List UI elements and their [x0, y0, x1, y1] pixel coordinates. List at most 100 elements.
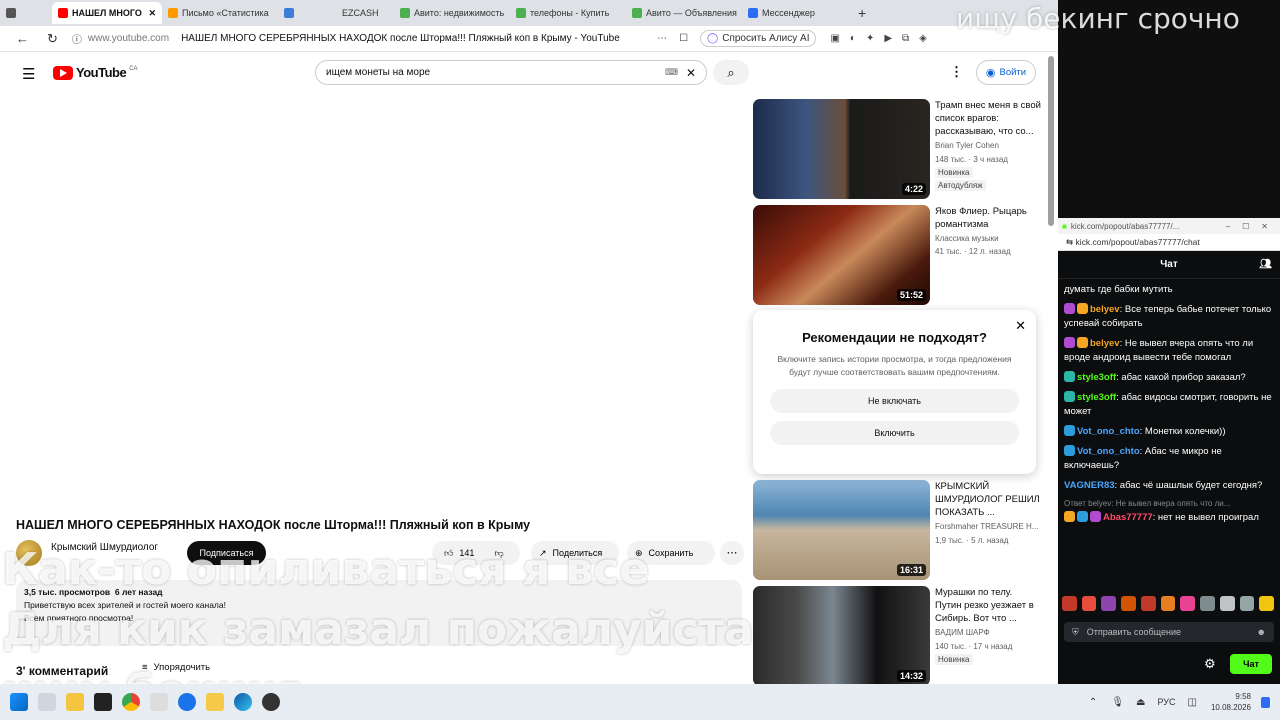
tab-audio[interactable]	[0, 2, 52, 24]
video-title[interactable]: Мурашки по телу. Путин резко уезжает в С…	[935, 586, 1041, 625]
recommended-video[interactable]: 4:22 Трамп внес меня в свой список враго…	[753, 99, 1043, 199]
bookmark-icon[interactable]: ☐	[679, 33, 688, 44]
back-icon[interactable]: ←	[16, 31, 29, 46]
decline-button[interactable]: Не включать	[770, 389, 1019, 413]
tab-ezcash[interactable]: EZCASH	[312, 2, 394, 24]
tab-avito-1[interactable]: Авито: недвижимость	[394, 2, 510, 24]
badge-icon	[1064, 425, 1075, 436]
keyboard-icon[interactable]: ⌨	[665, 67, 678, 78]
search-box[interactable]: ищем монеты на море ⌨ ✕	[315, 60, 707, 85]
chat-username[interactable]: Vot_ono_chto	[1077, 446, 1140, 457]
edge-icon[interactable]	[234, 693, 252, 711]
obs-icon[interactable]	[262, 693, 280, 711]
extension-icons[interactable]: ▣◐✦▶⧉◈	[830, 33, 936, 44]
lang-indicator[interactable]: РУС	[1157, 697, 1175, 707]
search-button[interactable]: ⌕	[713, 60, 749, 85]
badge-icon	[1064, 445, 1075, 456]
video-title[interactable]: КРЫМСКИЙ ШМУРДИОЛОГ РЕШИЛ ПОКАЗАТЬ ...	[935, 480, 1041, 519]
emote-icon[interactable]	[1239, 596, 1255, 611]
channel-name[interactable]: Forshmaher TREASURE H...	[935, 522, 1038, 531]
chrome-icon[interactable]	[122, 693, 140, 711]
alice-button[interactable]: ◯ Спросить Алису AI	[700, 30, 817, 47]
chat-username[interactable]: belyev	[1090, 304, 1120, 315]
app-icon[interactable]	[150, 693, 168, 711]
emote-icon[interactable]	[1101, 596, 1117, 611]
settings-more-icon[interactable]: ⋮	[950, 64, 963, 80]
network-icon[interactable]: ◫	[1188, 697, 1197, 708]
signin-button[interactable]: ◉ Войти	[976, 60, 1036, 85]
close-icon[interactable]: ✕	[148, 8, 156, 19]
tab-youtube[interactable]: НАШЕЛ МНОГО ✕	[52, 2, 162, 24]
app-icon[interactable]	[66, 693, 84, 711]
emote-icon[interactable]	[1121, 596, 1136, 611]
close-icon[interactable]: ✕	[1015, 318, 1026, 334]
chat-username[interactable]: style3off	[1077, 372, 1116, 383]
video-thumbnail[interactable]: 16:31	[753, 480, 930, 580]
tab-app[interactable]	[278, 2, 312, 24]
video-title[interactable]: Яков Флиер. Рыцарь романтизма	[935, 205, 1041, 231]
mic-icon[interactable]: 🎙︎	[1111, 697, 1124, 708]
emote-icon[interactable]	[1081, 596, 1097, 611]
chat-username[interactable]: Vot_ono_chto	[1077, 426, 1140, 437]
address-bar: ← ↻ ⓘ www.youtube.com НАШЕЛ МНОГО СЕРЕБР…	[0, 26, 1058, 52]
users-icon[interactable]: 👥︎	[1259, 259, 1272, 270]
clear-icon[interactable]: ✕	[686, 66, 696, 80]
chat-username[interactable]: belyev	[1090, 338, 1120, 349]
video-thumbnail[interactable]: 14:32	[753, 586, 930, 684]
tray-arrow-icon[interactable]: ⌃	[1089, 697, 1097, 708]
channel-name[interactable]: Классика музыки	[935, 234, 999, 243]
tab-mail[interactable]: Письмо «Статистика	[162, 2, 278, 24]
channel-name[interactable]: Brian Tyler Cohen	[935, 141, 999, 150]
usb-icon[interactable]: ⏏	[1136, 697, 1145, 708]
youtube-logo[interactable]: YouTube CA	[53, 65, 138, 80]
video-player[interactable]	[16, 99, 742, 507]
emote-icon[interactable]	[1140, 596, 1156, 611]
url-host[interactable]: www.youtube.com	[88, 33, 169, 44]
recommended-video[interactable]: 51:52 Яков Флиер. Рыцарь романтизма Клас…	[753, 205, 1043, 305]
video-title: НАШЕЛ МНОГО СЕРЕБРЯННЫХ НАХОДОК после Шт…	[16, 518, 531, 532]
emote-icon[interactable]	[1200, 596, 1215, 611]
video-thumbnail[interactable]: 51:52	[753, 205, 930, 305]
chat-username[interactable]: VAGNER83	[1064, 480, 1115, 491]
emoji-icon[interactable]: ☻	[1257, 627, 1266, 637]
gear-icon[interactable]: ⚙	[1204, 656, 1216, 672]
terminal-icon[interactable]	[94, 693, 112, 711]
channel-name[interactable]: ВАДИМ ШАРФ	[935, 628, 990, 637]
notification-icon[interactable]	[1261, 696, 1270, 708]
clock[interactable]: 9:58 10.08.2026	[1211, 691, 1251, 713]
page-title[interactable]: НАШЕЛ МНОГО СЕРЕБРЯННЫХ НАХОДОК после Шт…	[181, 33, 651, 44]
menu-icon[interactable]: ☰	[22, 65, 35, 83]
send-button[interactable]: Чат	[1230, 654, 1272, 674]
tab-avito-3[interactable]: Авито — Объявления	[626, 2, 742, 24]
emote-bar[interactable]	[1062, 596, 1276, 612]
window-controls[interactable]: –☐✕	[1226, 222, 1280, 231]
video-thumbnail[interactable]: 4:22	[753, 99, 930, 199]
more-actions-button[interactable]: ⋯	[720, 541, 744, 565]
video-title[interactable]: Трамп внес меня в свой список врагов: ра…	[935, 99, 1041, 138]
enable-button[interactable]: Включить	[770, 421, 1019, 445]
folder-icon[interactable]	[206, 693, 224, 711]
search-icon[interactable]	[38, 693, 56, 711]
recommended-video[interactable]: 14:32 Мурашки по телу. Путин резко уезжа…	[753, 586, 1043, 684]
recommended-video[interactable]: 16:31 КРЫМСКИЙ ШМУРДИОЛОГ РЕШИЛ ПОКАЗАТЬ…	[753, 480, 1043, 580]
dub-badge: Автодубляж	[935, 180, 986, 191]
windows-start-icon[interactable]	[10, 693, 28, 711]
more-icon[interactable]: ⋯	[657, 33, 667, 44]
logo-text: YouTube	[76, 65, 127, 80]
chat-username[interactable]: style3off	[1077, 392, 1116, 403]
chat-username[interactable]: Abas77777	[1103, 512, 1153, 523]
tab-avito-2[interactable]: телефоны - Купить	[510, 2, 626, 24]
emote-icon[interactable]	[1180, 596, 1196, 611]
search-input[interactable]: ищем монеты на море	[326, 67, 430, 78]
emote-icon[interactable]	[1160, 596, 1176, 611]
emote-icon[interactable]	[1062, 596, 1077, 611]
tab-messenger[interactable]: Мессенджер	[742, 2, 852, 24]
reload-icon[interactable]: ↻	[47, 31, 58, 47]
scrollbar[interactable]	[1048, 56, 1054, 226]
new-tab-button[interactable]: +	[852, 2, 876, 24]
chat-input[interactable]: ⛨ Отправить сообщение ☻	[1064, 622, 1274, 642]
emote-icon[interactable]	[1219, 596, 1235, 611]
xbox-icon[interactable]	[178, 693, 196, 711]
chat-messages: думать где бабки мутить belyev: Все тепе…	[1058, 279, 1280, 529]
emote-icon[interactable]	[1259, 596, 1275, 611]
